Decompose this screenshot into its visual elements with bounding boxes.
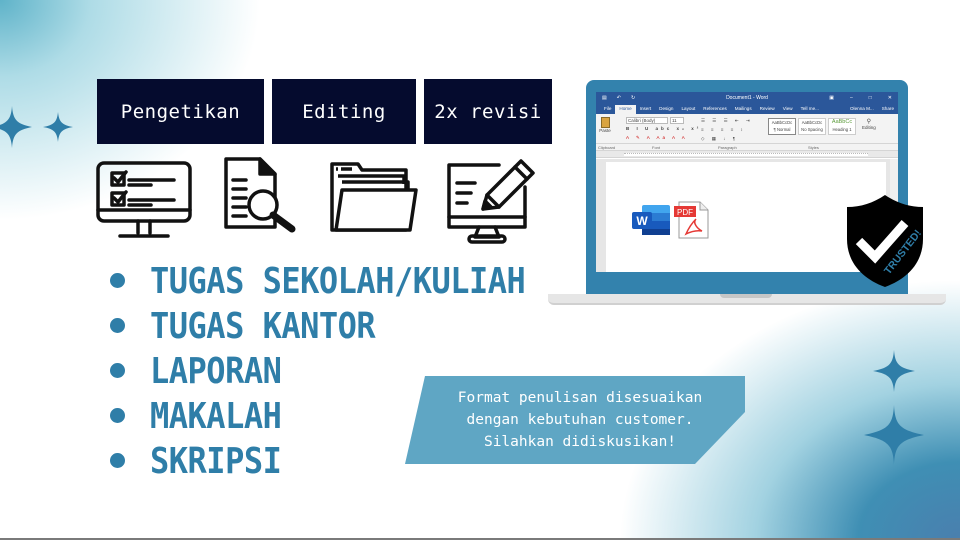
format-note-banner: Format penulisan disesuaikan dengan kebu… bbox=[405, 376, 745, 464]
tab-view[interactable]: View bbox=[779, 105, 797, 114]
bullet-icon bbox=[110, 453, 125, 468]
service-label: SKRIPSI bbox=[150, 439, 282, 482]
style-heading-1[interactable]: AaBbCc Heading 1 bbox=[828, 118, 856, 135]
sparkle-star-icon bbox=[864, 405, 924, 465]
font-name-select[interactable]: Calibri (Body) bbox=[626, 117, 668, 124]
service-label: LAPORAN bbox=[150, 349, 282, 392]
note-line: Silahkan didiskusikan! bbox=[483, 434, 677, 450]
word-logo-icon: W bbox=[632, 205, 670, 235]
paste-label: Paste bbox=[599, 128, 611, 133]
note-line: dengan kebutuhan customer. bbox=[466, 412, 694, 428]
tell-me-search[interactable]: Tell me... bbox=[797, 105, 823, 114]
editing-label: Editing bbox=[862, 125, 876, 130]
bullet-icon bbox=[110, 318, 125, 333]
word-title-bar: ▤ ↶ ↻ Document1 - Word ▣ – □ ✕ bbox=[596, 92, 898, 104]
minimize-icon[interactable]: – bbox=[850, 95, 853, 101]
group-font: Font bbox=[652, 145, 661, 150]
word-logo-letter: W bbox=[636, 214, 648, 228]
pdf-file-icon: PDF bbox=[674, 201, 709, 239]
tag-editing: Editing bbox=[272, 79, 416, 144]
maximize-icon[interactable]: □ bbox=[869, 95, 872, 101]
paragraph-buttons[interactable]: ☰ ☰ ☰ ⇤ ⇥ bbox=[701, 118, 753, 124]
style-preview: AaBbCcDc bbox=[801, 120, 823, 125]
ruler[interactable] bbox=[596, 151, 898, 158]
share-button[interactable]: Share bbox=[878, 105, 898, 114]
ribbon-group-labels: Clipboard Font Paragraph Styles bbox=[596, 144, 898, 151]
ribbon-options-icon[interactable]: ▣ bbox=[829, 95, 834, 101]
style-no-spacing[interactable]: AaBbCcDc No Spacing bbox=[798, 118, 826, 135]
paste-button[interactable]: Paste bbox=[599, 117, 611, 133]
tab-insert[interactable]: Insert bbox=[636, 105, 656, 114]
font-color-buttons[interactable]: A ✎ A Aa A A bbox=[626, 135, 688, 141]
trusted-shield-icon: TRUSTED! bbox=[847, 195, 924, 287]
group-clipboard: Clipboard bbox=[598, 145, 616, 150]
tab-home[interactable]: Home bbox=[615, 105, 636, 114]
sparkle-star-icon bbox=[873, 350, 915, 392]
shading-buttons[interactable]: ◇ ▦ ↓ ¶ bbox=[701, 136, 738, 142]
word-ribbon: Paste Calibri (Body) 11 B I U abc x₂ x² … bbox=[596, 114, 898, 144]
tab-review[interactable]: Review bbox=[756, 105, 779, 114]
align-buttons[interactable]: ≡ ≡ ≡ ≡ ↕ bbox=[701, 127, 746, 132]
group-styles: Styles bbox=[808, 145, 819, 150]
note-line: Format penulisan disesuaikan bbox=[457, 390, 703, 406]
service-label: TUGAS KANTOR bbox=[150, 304, 376, 347]
service-label: TUGAS SEKOLAH/KULIAH bbox=[150, 259, 526, 302]
word-ribbon-tabs: File Home Insert Design Layout Reference… bbox=[596, 104, 898, 114]
close-icon[interactable]: ✕ bbox=[888, 95, 892, 101]
monitor-edit-icon bbox=[447, 159, 535, 244]
bullet-icon bbox=[110, 408, 125, 423]
font-format-buttons[interactable]: B I U abc x₂ x² bbox=[626, 126, 701, 131]
tab-layout[interactable]: Layout bbox=[677, 105, 699, 114]
list-item: TUGAS SEKOLAH/KULIAH bbox=[110, 258, 526, 303]
document-search-icon bbox=[224, 157, 296, 233]
bullet-icon bbox=[110, 273, 125, 288]
style-preview: AaBbCc bbox=[831, 119, 853, 125]
monitor-checklist-icon bbox=[96, 161, 192, 238]
tag-revisi: 2x revisi bbox=[424, 79, 552, 144]
editing-button[interactable]: ⚲ Editing bbox=[862, 118, 876, 130]
style-name: Heading 1 bbox=[832, 127, 852, 132]
list-item: TUGAS KANTOR bbox=[110, 303, 525, 348]
style-name: No Spacing bbox=[801, 127, 823, 132]
tab-design[interactable]: Design bbox=[655, 105, 677, 114]
bullet-icon bbox=[110, 363, 125, 378]
tab-mailings[interactable]: Mailings bbox=[731, 105, 756, 114]
clipboard-icon bbox=[600, 117, 610, 128]
open-folder-icon bbox=[330, 162, 418, 232]
group-paragraph: Paragraph bbox=[718, 145, 737, 150]
tag-pengetikan: Pengetikan bbox=[97, 79, 264, 144]
style-preview: AaBbCcDc bbox=[771, 120, 793, 125]
style-name: ¶ Normal bbox=[773, 127, 791, 132]
tab-file[interactable]: File bbox=[600, 105, 615, 114]
service-label: MAKALAH bbox=[150, 394, 282, 437]
user-account[interactable]: Olenna M... bbox=[846, 105, 878, 114]
style-normal[interactable]: AaBbCcDc ¶ Normal bbox=[768, 118, 796, 135]
pdf-label: PDF bbox=[677, 208, 693, 217]
laptop-notch bbox=[720, 294, 772, 298]
sparkle-star-icon bbox=[43, 112, 73, 142]
tab-references[interactable]: References bbox=[699, 105, 731, 114]
search-icon: ⚲ bbox=[866, 119, 872, 125]
font-size-select[interactable]: 11 bbox=[670, 117, 684, 124]
sparkle-star-icon bbox=[0, 106, 32, 148]
